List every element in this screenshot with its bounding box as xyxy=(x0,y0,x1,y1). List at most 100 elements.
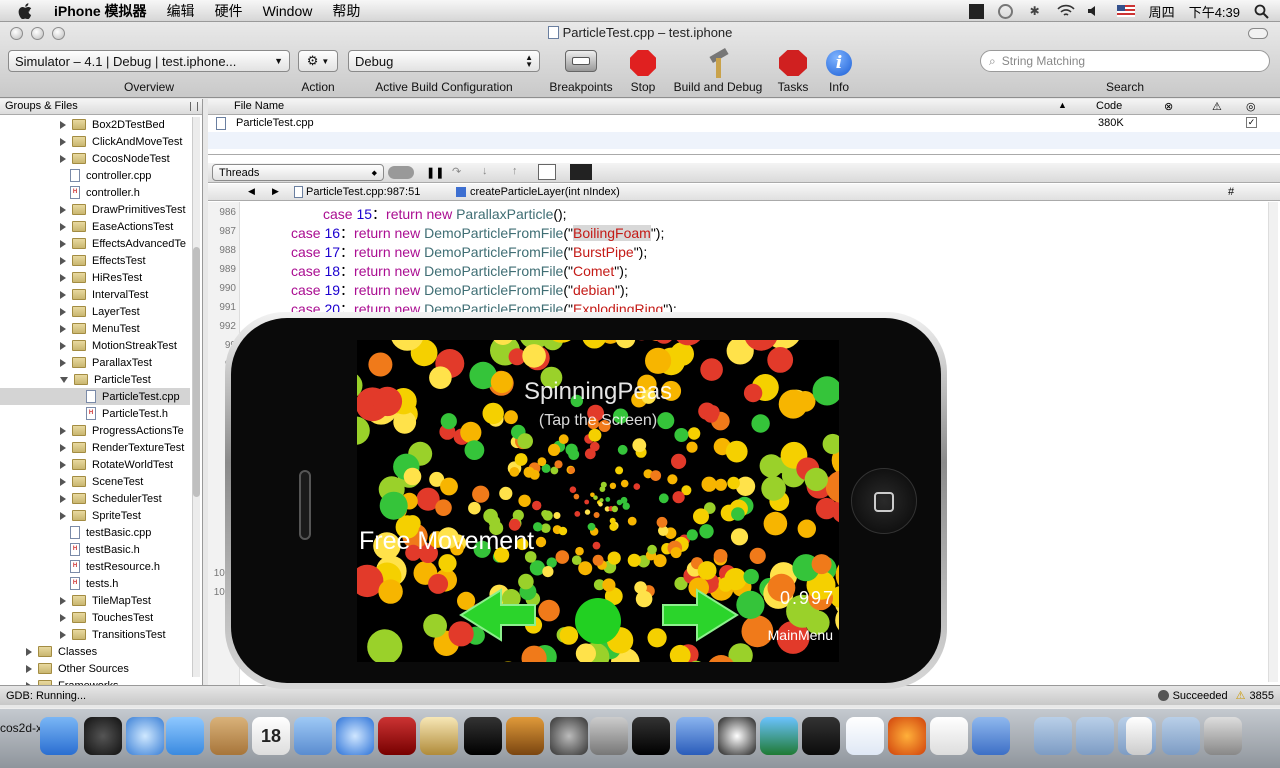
tree-item[interactable]: HtestBasic.h xyxy=(70,541,140,558)
col-errors-icon[interactable]: ⊗ xyxy=(1164,100,1173,113)
tree-item[interactable]: ParallaxTest xyxy=(60,354,152,371)
tree-item[interactable]: EffectsAdvancedTe xyxy=(60,235,186,252)
nav-forward-icon[interactable]: ▶ xyxy=(272,186,279,197)
tree-item[interactable]: ParticleTest xyxy=(60,371,151,388)
left-arrow-button[interactable] xyxy=(459,588,536,642)
qq-icon[interactable] xyxy=(718,717,756,755)
garageband-icon[interactable] xyxy=(506,717,544,755)
disclosure-triangle-icon[interactable] xyxy=(26,664,32,673)
threads-popup[interactable]: Threads ◆ xyxy=(212,164,384,181)
time-machine-icon[interactable] xyxy=(997,3,1013,19)
disclosure-triangle-icon[interactable] xyxy=(60,426,66,435)
disclosure-triangle-icon[interactable] xyxy=(60,494,66,503)
tree-item[interactable]: Other Sources xyxy=(26,660,129,677)
info-button[interactable]: i Info xyxy=(820,50,858,94)
nav-location[interactable]: ParticleTest.cpp:987:51 xyxy=(306,186,420,198)
tree-item[interactable]: TileMapTest xyxy=(60,592,151,609)
nav-hash[interactable]: # xyxy=(1228,186,1234,198)
us-flag-icon[interactable] xyxy=(1116,5,1135,17)
pane-resize-icon[interactable] xyxy=(190,102,198,111)
center-button[interactable] xyxy=(575,598,621,644)
tree-item[interactable]: controller.cpp xyxy=(70,167,151,184)
tree-item[interactable]: CocosNodeTest xyxy=(60,150,170,167)
disclosure-triangle-icon[interactable] xyxy=(60,273,66,282)
ical-icon[interactable]: 18 xyxy=(252,717,290,755)
windows-folder-icon[interactable] xyxy=(1162,717,1200,755)
firefox-icon[interactable] xyxy=(888,717,926,755)
applications-folder-icon[interactable] xyxy=(1034,717,1072,755)
target-checkbox[interactable]: ✓ xyxy=(1246,117,1257,128)
tree-item[interactable]: testBasic.cpp xyxy=(70,524,151,541)
tree-item[interactable]: LayerTest xyxy=(60,303,140,320)
tree-item[interactable]: RotateWorldTest xyxy=(60,456,173,473)
xcode-icon[interactable] xyxy=(676,717,714,755)
code-line[interactable]: case 19：return new DemoParticleFromFile(… xyxy=(291,280,629,300)
file-row[interactable]: ParticleTest.cpp 380K ✓ xyxy=(208,115,1280,132)
console-icon[interactable] xyxy=(570,164,592,180)
right-arrow-button[interactable] xyxy=(662,588,739,642)
disclosure-triangle-icon[interactable] xyxy=(60,290,66,299)
search-field[interactable]: ⌕ String Matching xyxy=(980,50,1270,72)
documents-folder-icon[interactable] xyxy=(1076,717,1114,755)
tree-item[interactable]: ClickAndMoveTest xyxy=(60,133,182,150)
wireshark-icon[interactable] xyxy=(846,717,884,755)
spaces-icon[interactable] xyxy=(968,3,984,19)
disclosure-triangle-icon[interactable] xyxy=(60,341,66,350)
tree-item[interactable]: SpriteTest xyxy=(60,507,141,524)
tree-item[interactable]: Hcontroller.h xyxy=(70,184,140,201)
disclosure-triangle-icon[interactable] xyxy=(26,647,32,656)
code-line[interactable]: case 15：return new ParallaxParticle(); xyxy=(323,204,567,224)
menubar-day[interactable]: 周四 xyxy=(1149,2,1175,21)
disclosure-triangle-icon[interactable] xyxy=(60,205,66,214)
dashboard-icon[interactable] xyxy=(84,717,122,755)
tree-item[interactable]: SceneTest xyxy=(60,473,143,490)
build-debug-button[interactable]: Build and Debug xyxy=(672,47,764,94)
nav-function[interactable]: createParticleLayer(int nIndex) xyxy=(470,186,620,198)
volume-icon[interactable] xyxy=(1087,4,1103,18)
tree-item[interactable]: IntervalTest xyxy=(60,286,148,303)
tree-item[interactable]: HiResTest xyxy=(60,269,142,286)
col-code[interactable]: Code xyxy=(1096,100,1122,112)
tree-item[interactable]: SchedulerTest xyxy=(60,490,162,507)
tree-item[interactable]: MenuTest xyxy=(60,320,140,337)
code-line[interactable]: case 17：return new DemoParticleFromFile(… xyxy=(291,242,647,262)
pause-icon[interactable]: ❚❚ xyxy=(426,166,444,179)
tree-scrollbar[interactable] xyxy=(192,117,200,677)
ichat-icon[interactable] xyxy=(166,717,204,755)
disclosure-triangle-icon[interactable] xyxy=(60,511,66,520)
disclosure-triangle-icon[interactable] xyxy=(60,222,66,231)
simulator-icon[interactable] xyxy=(972,717,1010,755)
menubar-clock[interactable]: 下午4:39 xyxy=(1189,2,1240,21)
spotlight-icon[interactable] xyxy=(1254,4,1270,19)
msn-icon[interactable] xyxy=(760,717,798,755)
menu-app[interactable]: iPhone 模拟器 xyxy=(44,1,157,21)
nav-back-icon[interactable]: ◀ xyxy=(248,186,255,197)
activity-monitor-icon[interactable] xyxy=(802,717,840,755)
address-book-icon[interactable] xyxy=(210,717,248,755)
tree-item[interactable]: H ParticleTest.h xyxy=(86,405,168,422)
disclosure-triangle-icon[interactable] xyxy=(60,324,66,333)
stop-button[interactable]: Stop xyxy=(622,50,664,94)
tree-item[interactable]: EffectsTest xyxy=(60,252,146,269)
menu-edit[interactable]: 编辑 xyxy=(157,1,205,21)
tree-item[interactable]: DrawPrimitivesTest xyxy=(60,201,186,218)
disclosure-triangle-icon[interactable] xyxy=(60,239,66,248)
disclosure-triangle-icon[interactable] xyxy=(60,358,66,367)
tree-item[interactable]: ParticleTest.cpp xyxy=(0,388,190,405)
step-over-icon[interactable]: ↷ xyxy=(452,165,461,178)
disclosure-triangle-icon[interactable] xyxy=(60,630,66,639)
breakpoints-button[interactable]: Breakpoints xyxy=(548,50,614,94)
menu-window[interactable]: Window xyxy=(253,3,323,19)
col-warnings-icon[interactable]: ⚠ xyxy=(1212,100,1222,113)
step-out-icon[interactable]: ↑ xyxy=(512,165,518,177)
debug-continue-button[interactable] xyxy=(388,166,414,179)
toolbar-toggle-button[interactable] xyxy=(1248,28,1268,39)
itunes-icon[interactable] xyxy=(336,717,374,755)
disclosure-triangle-icon[interactable] xyxy=(60,477,66,486)
system-preferences-icon[interactable] xyxy=(590,717,628,755)
iphoto-icon[interactable] xyxy=(294,717,332,755)
disclosure-triangle-icon[interactable] xyxy=(60,256,66,265)
code-line[interactable]: case 18：return new DemoParticleFromFile(… xyxy=(291,261,628,281)
tree-item[interactable]: Htests.h xyxy=(70,575,118,592)
tree-item[interactable]: Frameworks xyxy=(26,677,119,685)
